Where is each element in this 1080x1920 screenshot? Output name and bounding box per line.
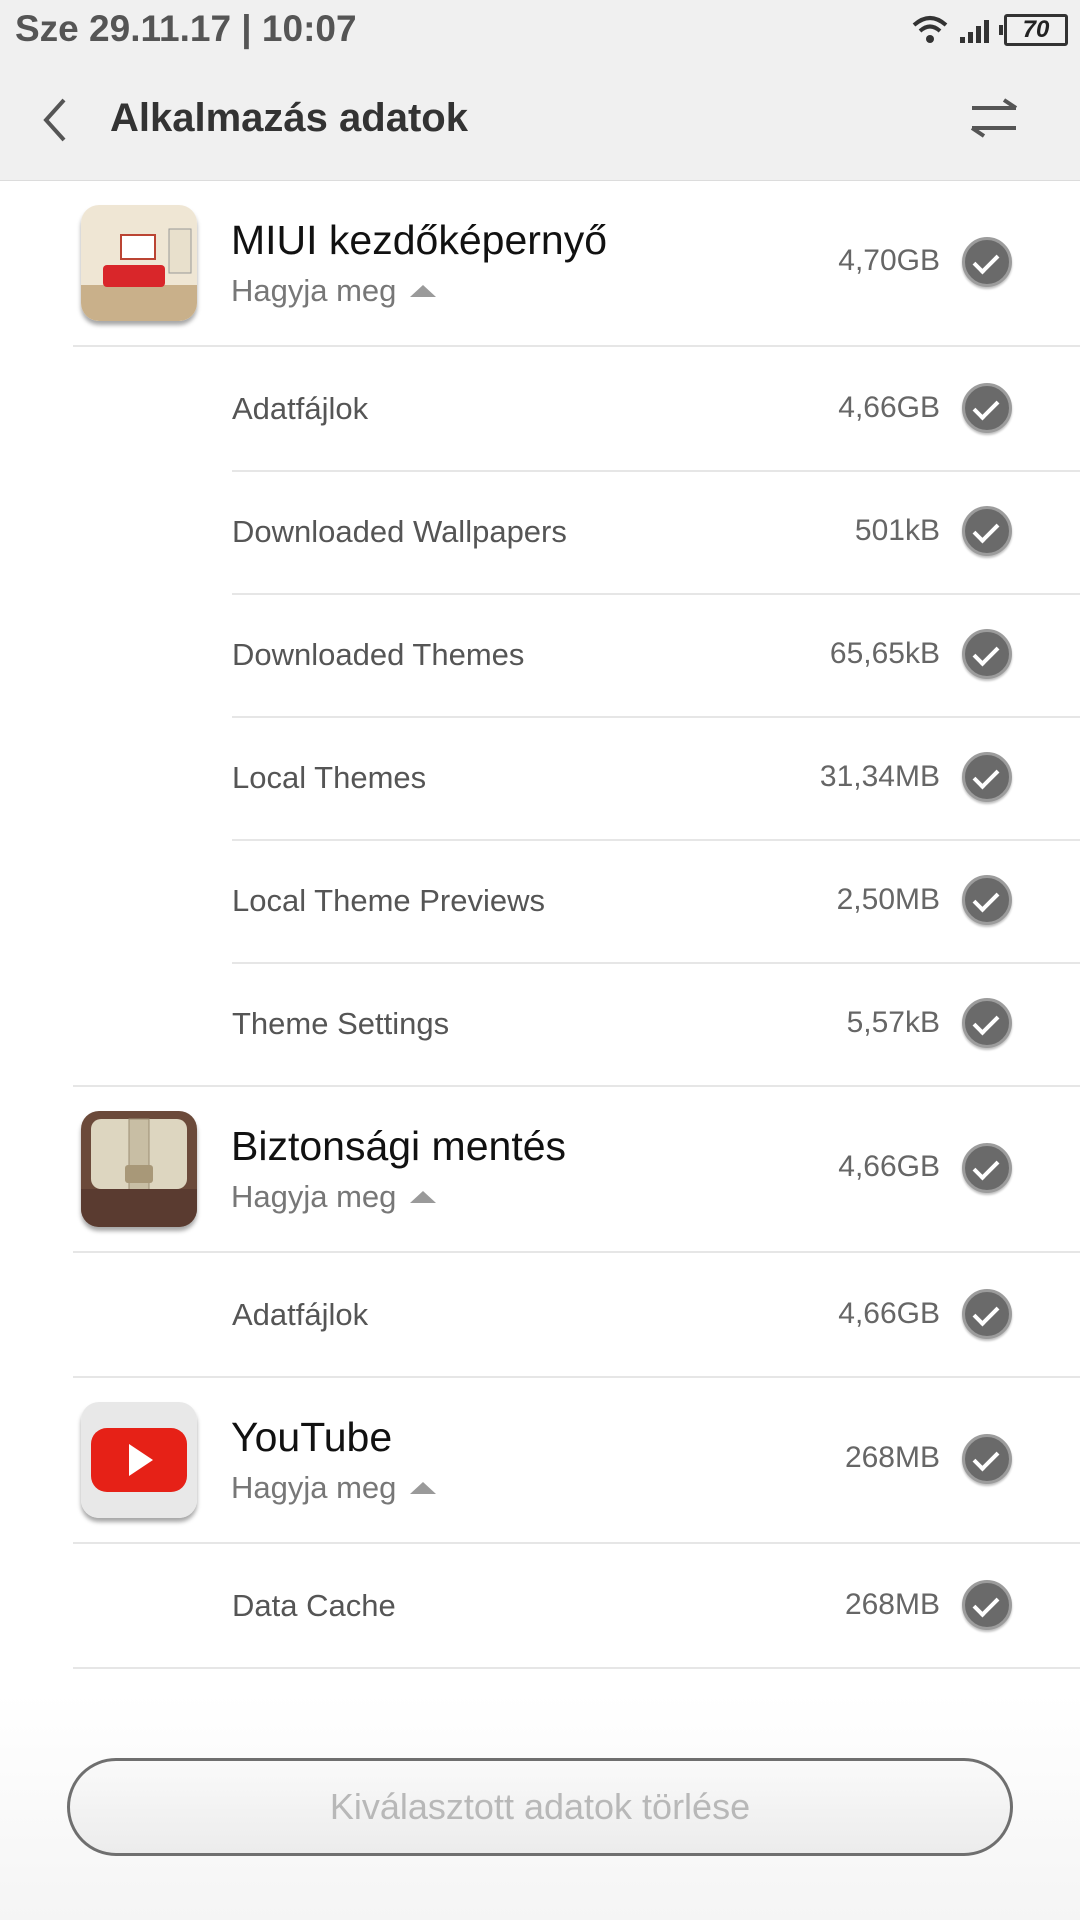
app-row[interactable]: YouTube Hagyja meg 268MB: [73, 1378, 1080, 1544]
status-bar: Sze 29.11.17 | 10:07 70: [0, 0, 1080, 60]
data-item-size: 501kB: [854, 514, 940, 547]
data-item-row[interactable]: Data Cache 268MB: [232, 1544, 1080, 1667]
app-name: YouTube: [231, 1414, 393, 1460]
app-status-label: Hagyja meg: [231, 273, 397, 308]
data-item-label: Theme Settings: [232, 1006, 450, 1041]
sort-arrows-icon: [970, 98, 1018, 138]
data-item-row[interactable]: Downloaded Wallpapers 501kB: [232, 470, 1080, 593]
app-size: 268MB: [844, 1441, 940, 1474]
app-header: Sze 29.11.17 | 10:07 70 Alkalmazás adato…: [0, 0, 1080, 181]
check-circle-icon[interactable]: [962, 1434, 1012, 1484]
caret-up-icon: [410, 1191, 437, 1203]
app-row[interactable]: Biztonsági mentés Hagyja meg 4,66GB: [73, 1087, 1080, 1253]
chevron-left-icon: [43, 98, 66, 142]
data-item-label: Local Theme Previews: [232, 883, 546, 918]
data-item-row[interactable]: Theme Settings 5,57kB: [232, 962, 1080, 1085]
wifi-icon: [912, 16, 948, 43]
youtube-icon: [81, 1402, 197, 1518]
data-item-row[interactable]: Local Theme Previews 2,50MB: [232, 839, 1080, 962]
data-item-size: 4,66GB: [838, 391, 940, 424]
check-circle-icon[interactable]: [962, 237, 1012, 287]
check-circle-icon[interactable]: [962, 1580, 1012, 1630]
sort-button[interactable]: [968, 96, 1020, 142]
caret-up-icon: [410, 1482, 437, 1494]
data-item-label: Adatfájlok: [232, 1297, 369, 1332]
divider: [73, 1667, 1080, 1669]
miui-launcher-icon: [81, 205, 197, 321]
title-bar: Alkalmazás adatok: [0, 60, 1080, 180]
data-item-size: 31,34MB: [819, 760, 940, 793]
app-name: Biztonsági mentés: [231, 1123, 567, 1169]
data-item-label: Data Cache: [232, 1588, 396, 1623]
data-item-row[interactable]: Adatfájlok 4,66GB: [232, 347, 1080, 470]
data-item-row[interactable]: Downloaded Themes 65,65kB: [232, 593, 1080, 716]
app-data-list[interactable]: MIUI kezdőképernyő Hagyja meg 4,70GB Ada…: [0, 181, 1080, 1693]
app-status[interactable]: Hagyja meg: [231, 273, 437, 309]
app-status-label: Hagyja meg: [231, 1179, 397, 1214]
check-circle-icon[interactable]: [962, 629, 1012, 679]
app-size: 4,70GB: [838, 244, 940, 277]
battery-icon: 70: [999, 14, 1068, 46]
data-item-size: 5,57kB: [846, 1006, 940, 1039]
data-item-row[interactable]: Local Themes 31,34MB: [232, 716, 1080, 839]
back-button[interactable]: [36, 94, 76, 146]
check-circle-icon[interactable]: [962, 383, 1012, 433]
check-circle-icon[interactable]: [962, 506, 1012, 556]
data-item-size: 65,65kB: [829, 637, 940, 670]
status-time: Sze 29.11.17 | 10:07: [15, 8, 357, 49]
data-item-label: Adatfájlok: [232, 391, 369, 426]
footer: Kiválasztott adatok törlése: [0, 1693, 1080, 1920]
signal-icon: [960, 20, 989, 43]
app-size: 4,66GB: [838, 1150, 940, 1183]
app-status-label: Hagyja meg: [231, 1470, 397, 1505]
check-circle-icon[interactable]: [962, 1143, 1012, 1193]
data-item-label: Local Themes: [232, 760, 427, 795]
app-status[interactable]: Hagyja meg: [231, 1470, 437, 1506]
app-status[interactable]: Hagyja meg: [231, 1179, 437, 1215]
check-circle-icon[interactable]: [962, 998, 1012, 1048]
check-circle-icon[interactable]: [962, 1289, 1012, 1339]
data-item-size: 2,50MB: [836, 883, 940, 916]
data-item-size: 268MB: [844, 1588, 940, 1621]
backup-app-icon: [81, 1111, 197, 1227]
page-title: Alkalmazás adatok: [110, 96, 468, 140]
app-name: MIUI kezdőképernyő: [231, 217, 608, 263]
caret-up-icon: [410, 285, 437, 297]
data-item-size: 4,66GB: [838, 1297, 940, 1330]
status-icons: 70: [912, 12, 1068, 48]
delete-selected-button[interactable]: Kiválasztott adatok törlése: [67, 1758, 1013, 1856]
app-row[interactable]: MIUI kezdőképernyő Hagyja meg 4,70GB: [73, 181, 1080, 347]
data-item-label: Downloaded Themes: [232, 637, 525, 672]
check-circle-icon[interactable]: [962, 875, 1012, 925]
check-circle-icon[interactable]: [962, 752, 1012, 802]
data-item-row[interactable]: Adatfájlok 4,66GB: [232, 1253, 1080, 1376]
data-item-label: Downloaded Wallpapers: [232, 514, 567, 549]
